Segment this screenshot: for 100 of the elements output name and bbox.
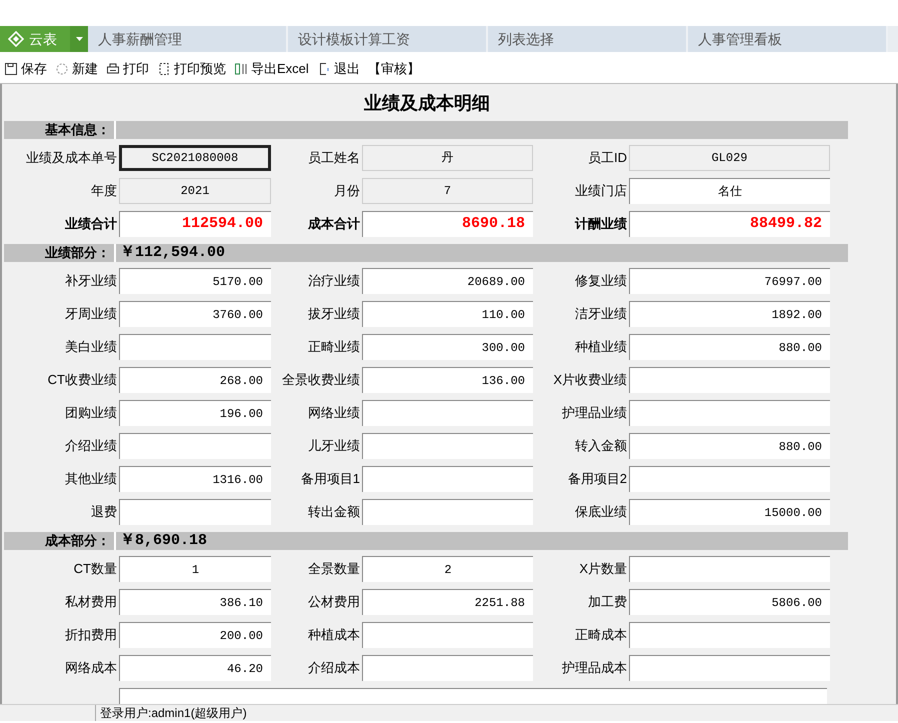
section-amount: ￥8,690.18 (119, 532, 208, 550)
input-field[interactable]: 1316.00 (119, 466, 271, 492)
input-field[interactable]: 3760.00 (119, 301, 271, 327)
field-label: 业绩及成本单号 (25, 149, 117, 168)
input-field[interactable]: 1892.00 (629, 301, 830, 327)
field-label: 成本合计 (306, 215, 360, 234)
status-text: 登录用户:admin1(超级用户) (99, 705, 247, 721)
save-icon (4, 62, 18, 76)
input-field[interactable] (362, 499, 533, 525)
field-label: 网络业绩 (307, 404, 360, 422)
input-field[interactable]: 20689.00 (362, 268, 533, 294)
input-field[interactable]: 1 (119, 556, 271, 582)
field-label: 退费 (90, 503, 117, 522)
input-field[interactable]: 200.00 (119, 622, 271, 648)
input-field[interactable]: 15000.00 (629, 499, 830, 525)
field-label: 治疗业绩 (307, 272, 360, 290)
input-field[interactable]: 5170.00 (119, 268, 271, 294)
toolbar-button[interactable]: 保存 (4, 58, 47, 78)
tab[interactable]: 人事管理看板 (688, 26, 888, 52)
input-field[interactable]: 46.20 (119, 655, 271, 681)
field-label: 全景收费业绩 (281, 371, 360, 390)
caret-icon (76, 37, 82, 41)
input-field[interactable] (119, 433, 271, 459)
input-field[interactable]: 2021 (119, 178, 271, 204)
field-label: 员工ID (587, 149, 627, 168)
field-label: 护理品成本 (561, 659, 627, 678)
field-label: 补牙业绩 (64, 272, 117, 290)
input-field[interactable]: 136.00 (362, 367, 533, 393)
field-label: 美白业绩 (64, 338, 117, 356)
input-field[interactable]: 2251.88 (362, 589, 533, 615)
field-label: 种植成本 (307, 626, 360, 644)
section-title: 业绩部分： (4, 244, 116, 262)
input-field[interactable]: 300.00 (362, 334, 533, 360)
field-label: 修复业绩 (574, 272, 627, 290)
field-label: 员工姓名 (307, 149, 360, 168)
field-label: 年度 (90, 182, 117, 200)
form-title: 业绩及成本明细 (363, 92, 491, 115)
field-label: 洁牙业绩 (574, 305, 627, 324)
input-field[interactable]: 88499.82 (629, 211, 830, 237)
input-field[interactable]: 268.00 (119, 367, 271, 393)
toolbar-button[interactable]: 打印预览 (157, 58, 226, 78)
input-field[interactable] (362, 433, 533, 459)
field-label: 私材费用 (64, 593, 117, 612)
field-label: 护理品业绩 (561, 404, 627, 422)
field-label: 拔牙业绩 (307, 305, 360, 324)
toolbar-button[interactable]: 打印 (106, 58, 149, 78)
spreadsheet-icon (234, 62, 248, 76)
field-label: 团购业绩 (64, 404, 117, 422)
field-label: 公材费用 (307, 593, 360, 612)
input-field[interactable] (629, 655, 830, 681)
input-field[interactable] (629, 622, 830, 648)
field-label: 备用项目1 (300, 470, 360, 488)
field-label: 正畸成本 (574, 626, 627, 644)
input-field[interactable]: GL029 (629, 145, 830, 171)
input-field[interactable]: 110.00 (362, 301, 533, 327)
input-field[interactable]: 386.10 (119, 589, 271, 615)
input-field[interactable]: 196.00 (119, 400, 271, 426)
field-label: 儿牙业绩 (307, 437, 360, 456)
input-field[interactable] (362, 622, 533, 648)
toolbar-button[interactable]: 【审核】 (368, 58, 420, 78)
field-label: 转出金额 (307, 503, 360, 522)
input-field[interactable]: 5806.00 (629, 589, 830, 615)
input-field[interactable] (362, 655, 533, 681)
field-label: X片数量 (578, 560, 627, 578)
toolbar-button[interactable]: 导出Excel (234, 58, 309, 78)
input-field[interactable]: 名仕 (629, 178, 830, 204)
input-field[interactable]: 880.00 (629, 433, 830, 459)
field-label: 网络成本 (64, 659, 117, 678)
input-field[interactable] (629, 556, 830, 582)
input-field[interactable] (362, 466, 533, 492)
field-label: 备用项目2 (566, 470, 627, 488)
field-label: 全景数量 (307, 560, 360, 578)
input-field[interactable] (629, 400, 830, 426)
input-field[interactable]: SC2021080008 (119, 145, 271, 171)
section-amount: ￥112,594.00 (119, 244, 226, 262)
input-field[interactable] (119, 499, 271, 525)
field-label: 月份 (333, 182, 360, 200)
field-label: 折扣费用 (64, 626, 117, 644)
toolbar-button[interactable]: 新建 (55, 58, 98, 78)
section-title: 基本信息： (4, 121, 116, 139)
tab[interactable]: 列表选择 (488, 26, 688, 52)
input-field[interactable]: 7 (362, 178, 533, 204)
input-field[interactable] (629, 466, 830, 492)
input-field[interactable]: 2 (362, 556, 533, 582)
input-field[interactable]: 76997.00 (629, 268, 830, 294)
toolbar-button[interactable]: 退出 (316, 58, 360, 78)
input-field[interactable]: 112594.00 (119, 211, 271, 237)
input-field[interactable]: 丹 (362, 145, 533, 171)
input-field[interactable] (629, 367, 830, 393)
tab[interactable]: 设计模板计算工资 (288, 26, 488, 52)
input-field[interactable] (119, 334, 271, 360)
input-field[interactable] (362, 400, 533, 426)
field-label: 种植业绩 (574, 338, 627, 356)
field-label: 加工费 (587, 593, 627, 612)
tab[interactable]: 人事薪酬管理 (88, 26, 288, 52)
field-label: CT数量 (72, 560, 117, 578)
field-label: X片收费业绩 (552, 371, 627, 390)
input-field[interactable]: 880.00 (629, 334, 830, 360)
input-field[interactable]: 8690.18 (362, 211, 533, 237)
printer-icon (106, 62, 120, 76)
